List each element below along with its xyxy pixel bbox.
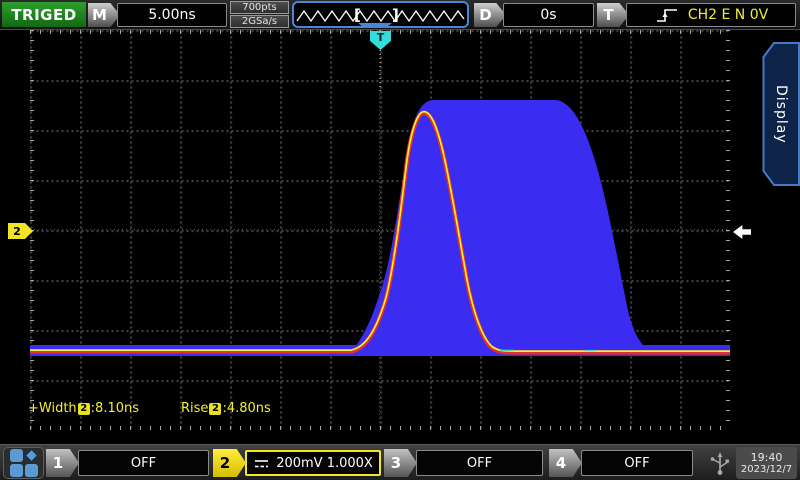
display-tab-label: Display <box>762 42 800 186</box>
channel-1-value: OFF <box>78 450 209 476</box>
preview-window-tab <box>358 23 392 28</box>
channel-4-number: 4 <box>549 449 582 477</box>
measurement-label: +Width <box>28 401 77 416</box>
dc-coupling-icon <box>253 458 270 469</box>
oscilloscope-screen: TRIGED M 5.00ns 700pts 2GSa/s [ ] D 0s T… <box>0 0 800 480</box>
time-label: 19:40 <box>751 451 783 464</box>
measurement-value: :8.10ns <box>91 401 139 416</box>
window-bracket-left-icon: [ <box>354 6 361 24</box>
channel-3-number: 3 <box>384 449 417 477</box>
measurement-rise: Rise 2 :4.80ns <box>181 401 271 416</box>
delay-value[interactable]: 0s <box>503 3 594 27</box>
date-label: 2023/12/7 <box>741 464 792 476</box>
bottom-bar: 1 OFF 2 200mV 1.000X 3 OFF 4 OFF <box>0 444 800 480</box>
channel-1-number: 1 <box>46 449 79 477</box>
channel-4-button[interactable]: 4 OFF <box>549 448 693 478</box>
measurement-row: +Width 2 :8.10ns Rise 2 :4.80ns <box>28 401 271 416</box>
measurement-label: Rise <box>181 401 208 416</box>
measurement-width: +Width 2 :8.10ns <box>28 401 139 416</box>
sample-rate: 2GSa/s <box>230 15 289 28</box>
channel-4-value: OFF <box>581 450 693 476</box>
graticule-ticks-right <box>726 30 730 430</box>
graticule-ticks-bottom <box>30 426 730 430</box>
trigger-info: CH2 E N 0V <box>688 7 768 23</box>
channel-3-value: OFF <box>416 450 543 476</box>
timebase-value[interactable]: 5.00ns <box>117 3 227 27</box>
trigger-status-badge: TRIGED <box>2 2 86 27</box>
delay-label: D <box>474 3 506 27</box>
center-horizontal-gridline <box>30 229 730 230</box>
acquisition-preview[interactable]: [ ] <box>292 1 469 28</box>
channel-2-value: 200mV 1.000X <box>276 456 373 471</box>
square-icon <box>10 464 23 477</box>
channel-badge: 2 <box>209 403 221 415</box>
top-status-bar: TRIGED M 5.00ns 700pts 2GSa/s [ ] D 0s T… <box>0 0 800 30</box>
measurement-value: :4.80ns <box>222 401 270 416</box>
channel-1-button[interactable]: 1 OFF <box>46 448 209 478</box>
channel-2-button[interactable]: 2 200mV 1.000X <box>213 448 381 478</box>
clock: 19:40 2023/12/7 <box>736 447 797 479</box>
channel-3-button[interactable]: 3 OFF <box>384 448 543 478</box>
preview-waveform-icon <box>294 3 467 26</box>
acquisition-info: 700pts 2GSa/s <box>230 1 289 29</box>
rising-edge-icon <box>654 6 680 24</box>
apps-menu-button[interactable] <box>3 447 44 479</box>
channel-2-number: 2 <box>213 449 246 477</box>
channel-2-value-box: 200mV 1.000X <box>245 450 381 476</box>
timebase-label: M <box>88 3 120 27</box>
trigger-level-arrow[interactable] <box>733 225 751 239</box>
diamond-icon <box>23 448 38 463</box>
trigger-position-line <box>380 50 381 92</box>
trigger-settings[interactable]: CH2 E N 0V <box>626 3 796 27</box>
memory-depth: 700pts <box>230 1 289 14</box>
channel-badge: 2 <box>78 403 90 415</box>
square-icon <box>10 449 23 462</box>
trigger-label: T <box>597 3 629 27</box>
usb-icon <box>708 449 732 477</box>
tab-display[interactable]: Display <box>762 42 800 186</box>
window-bracket-right-icon: ] <box>392 6 399 24</box>
square-icon <box>25 464 38 477</box>
